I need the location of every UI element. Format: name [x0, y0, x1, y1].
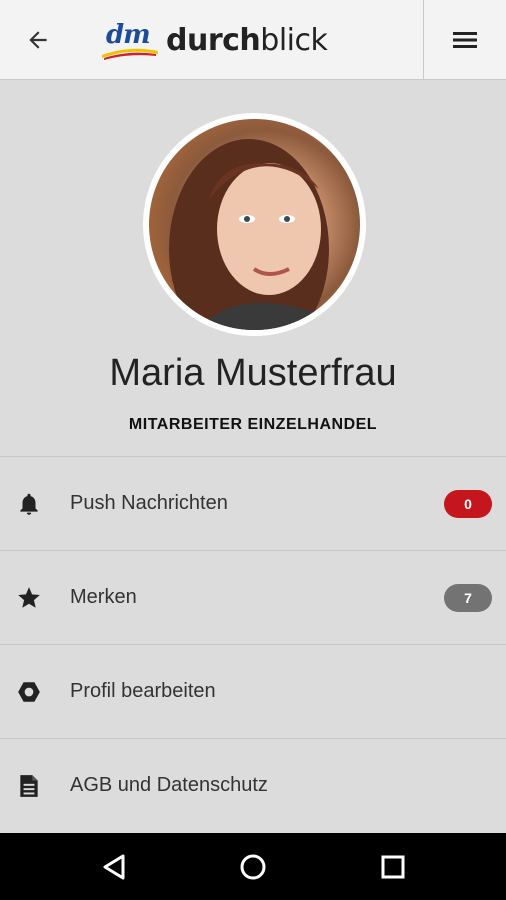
menu-item-label: AGB und Datenschutz [70, 774, 268, 796]
app-name: durchblick [166, 22, 328, 58]
menu-item-label: Merken [70, 586, 137, 608]
system-navigation-bar [0, 833, 506, 900]
app-name-bold: durch [166, 22, 261, 58]
star-icon [18, 587, 40, 608]
circle-home-icon [240, 854, 266, 879]
system-home-button[interactable] [213, 833, 293, 900]
profile-role: MITARBEITER EINZELHANDEL [128, 416, 378, 433]
square-recents-icon [381, 855, 405, 878]
avatar [143, 113, 366, 336]
avatar-photo [149, 119, 360, 330]
profile-name: Maria Musterfrau [109, 352, 397, 394]
back-button[interactable] [16, 20, 60, 60]
system-back-button[interactable] [74, 833, 154, 900]
hexagon-nut-icon [18, 682, 40, 702]
bell-icon [20, 493, 38, 515]
hamburger-icon [453, 32, 477, 48]
arrow-back-icon [29, 31, 47, 49]
menu-item-label: Push Nachrichten [70, 492, 228, 514]
app-name-light: blick [260, 22, 328, 58]
triangle-back-icon [103, 854, 125, 879]
saved-count-badge: 7 [444, 584, 492, 612]
system-recents-button[interactable] [353, 833, 433, 900]
dm-logo: dm [100, 20, 160, 60]
app-header: dm durchblick [0, 0, 506, 80]
portrait-illustration [169, 139, 329, 330]
menu-item-agb-datenschutz[interactable]: AGB und Datenschutz [0, 738, 506, 832]
menu-item-label: Profil bearbeiten [70, 680, 216, 702]
profile-menu: Push Nachrichten 0 Merken 7 Profil bearb… [0, 456, 506, 832]
menu-button[interactable] [424, 0, 506, 80]
menu-item-merken[interactable]: Merken 7 [0, 550, 506, 644]
menu-item-push-nachrichten[interactable]: Push Nachrichten 0 [0, 456, 506, 550]
app-logo: dm durchblick [100, 18, 328, 62]
notification-count-badge: 0 [444, 490, 492, 518]
menu-item-profil-bearbeiten[interactable]: Profil bearbeiten [0, 644, 506, 738]
dm-logo-swoosh [102, 48, 158, 60]
document-icon [20, 775, 38, 797]
